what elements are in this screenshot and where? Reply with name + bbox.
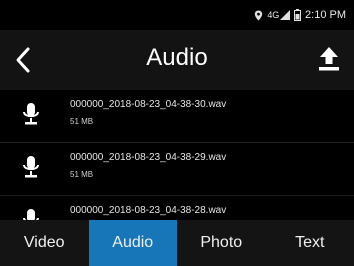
file-size: 51 MB: [70, 170, 94, 179]
microphone-icon: [22, 208, 40, 220]
microphone-icon: [22, 102, 40, 126]
app-header: Audio: [0, 30, 354, 90]
file-name: 000000_2018-08-23_04-38-28.wav: [70, 205, 227, 216]
file-name: 000000_2018-08-23_04-38-30.wav: [70, 99, 227, 110]
bottom-tab-bar: Video Audio Photo Text: [0, 220, 354, 266]
tab-photo[interactable]: Photo: [177, 220, 266, 266]
file-name: 000000_2018-08-23_04-38-29.wav: [70, 152, 227, 163]
location-icon: [254, 10, 263, 21]
signal-icon: [280, 10, 291, 20]
file-list-item[interactable]: 000000_2018-08-23_04-38-30.wav 51 MB: [0, 90, 354, 143]
file-list: 000000_2018-08-23_04-38-30.wav 51 MB 000…: [0, 90, 354, 220]
battery-icon: [294, 9, 302, 21]
tab-text[interactable]: Text: [266, 220, 354, 266]
microphone-icon: [22, 155, 40, 179]
page-title: Audio: [146, 44, 208, 71]
file-list-item[interactable]: 000000_2018-08-23_04-38-29.wav 51 MB: [0, 143, 354, 196]
file-list-item[interactable]: 000000_2018-08-23_04-38-28.wav: [0, 196, 354, 220]
status-bar: 4G 2:10 PM: [0, 0, 354, 30]
upload-icon[interactable]: [318, 46, 340, 72]
file-size: 51 MB: [70, 117, 94, 126]
status-time: 2:10 PM: [305, 9, 346, 21]
tab-video[interactable]: Video: [0, 220, 89, 266]
tab-audio[interactable]: Audio: [88, 220, 177, 266]
network-type: 4G: [267, 10, 280, 20]
